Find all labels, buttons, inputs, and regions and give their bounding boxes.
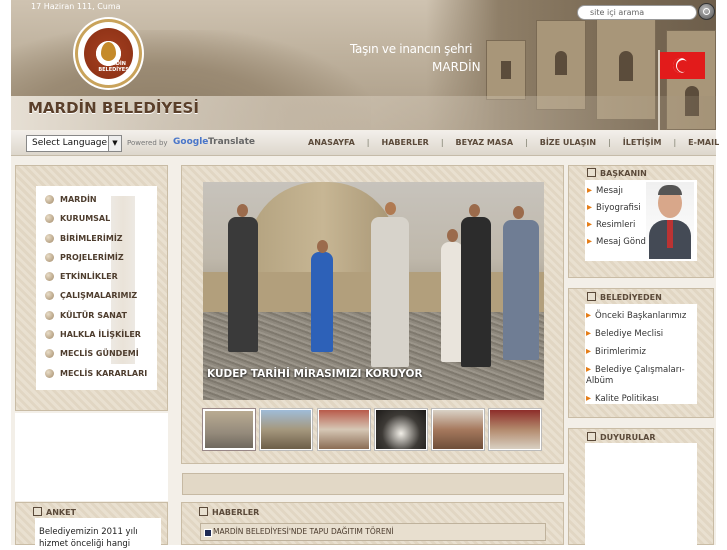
belediyeden-item-album[interactable]: Belediye Çalışmaları-Albüm	[586, 364, 696, 387]
left-empty-area	[15, 413, 168, 501]
baskan-item-mesaji[interactable]: Mesajı	[587, 185, 655, 202]
house-shape	[486, 40, 526, 100]
belediyeden-title: BELEDİYEDEN	[587, 292, 662, 302]
turkish-flag-icon	[660, 52, 705, 79]
slider-thumb-4[interactable]	[374, 409, 427, 450]
nav-separator: |	[440, 138, 444, 147]
left-menu-list: MARDİN KURUMSAL BİRİMLERİMİZ PROJELERİMİ…	[45, 193, 165, 386]
center-strip	[182, 473, 564, 495]
photo-person	[228, 217, 258, 352]
photo-person-head	[237, 204, 248, 217]
slider-thumb-1[interactable]	[203, 409, 255, 450]
nav-separator: |	[608, 138, 611, 147]
photo-person	[461, 217, 491, 367]
slider-thumb-2[interactable]	[260, 409, 313, 450]
current-date: 17 Haziran 111, Cuma	[31, 2, 121, 11]
search-button-icon[interactable]	[698, 3, 715, 20]
logo-seal: MARDİN BELEDİYESİ	[84, 28, 133, 79]
nav-links: ANASAYFA | HABERLER | BEYAZ MASA | BİZE ULA…	[308, 138, 719, 147]
haber-item[interactable]: MARDİN BELEDİYESİ'NDE TAPU DAĞITIM TÖREN…	[200, 523, 546, 541]
chevron-down-icon[interactable]: ▼	[108, 136, 121, 151]
nav-item-anasayfa[interactable]: ANASAYFA	[308, 138, 355, 147]
duyurular-panel	[585, 443, 697, 545]
slider-thumbnails	[203, 409, 547, 450]
photo-person	[441, 242, 463, 362]
photo-person-head	[385, 202, 396, 215]
top-navbar: Select Language ▼ Powered by Google Tran…	[11, 131, 719, 156]
belediyeden-item-onceki-baskanlar[interactable]: Önceki Başkanlarımız	[586, 310, 696, 322]
flag-crescent-cut	[677, 60, 689, 72]
google-logo[interactable]: Google	[173, 137, 208, 147]
nav-item-email[interactable]: E-MAIL	[688, 138, 719, 147]
baskan-item-mesaj-gonder[interactable]: Mesaj Gönder	[587, 236, 655, 253]
photo-person-head	[469, 204, 480, 217]
menu-item-mardin[interactable]: MARDİN	[45, 193, 165, 212]
nav-separator: |	[366, 138, 370, 147]
slogan-line-1: Taşın ve inancın şehri	[350, 42, 473, 56]
menu-item-projelerimiz[interactable]: PROJELERİMİZ	[45, 251, 165, 270]
menu-item-meclis-gundemi[interactable]: MECLİS GÜNDEMİ	[45, 347, 165, 366]
nav-separator: |	[525, 138, 528, 147]
slider-main-photo[interactable]: KUDEP TARİHİ MİRASIMIZI KORUYOR	[203, 182, 544, 400]
baskan-item-resimleri[interactable]: Resimleri	[587, 219, 655, 236]
translate-label[interactable]: Translate	[208, 137, 255, 147]
nav-separator: |	[673, 138, 677, 147]
photo-person	[503, 220, 539, 360]
nav-item-beyaz-masa[interactable]: BEYAZ MASA	[456, 138, 513, 147]
municipality-logo[interactable]: MARDİN BELEDİYESİ	[75, 19, 142, 88]
haberler-title: HABERLER	[199, 507, 259, 517]
logo-drop-icon	[101, 42, 116, 61]
language-select-label: Select Language	[32, 138, 108, 148]
belediyeden-item-kalite[interactable]: Kalite Politikası	[586, 393, 696, 405]
slider-thumb-3[interactable]	[317, 409, 370, 450]
baskan-title: BAŞKANIN	[587, 168, 647, 178]
belediyeden-item-meclis[interactable]: Belediye Meclisi	[586, 328, 696, 340]
slider-thumb-6[interactable]	[489, 409, 542, 450]
photo-person-head	[317, 240, 328, 253]
anket-question: Belediyemizin 2011 yılı hizmet önceliği …	[39, 527, 138, 549]
nav-item-bize-ulasin[interactable]: BİZE ULAŞIN	[540, 138, 596, 147]
site-title[interactable]: MARDİN BELEDİYESİ	[28, 99, 199, 117]
menu-item-meclis-kararlari[interactable]: MECLİS KARARLARI	[45, 367, 165, 386]
anket-title: ANKET	[33, 507, 76, 517]
search-input[interactable]: site içi arama	[577, 5, 697, 20]
nav-item-haberler[interactable]: HABERLER	[382, 138, 429, 147]
menu-item-kurumsal[interactable]: KURUMSAL	[45, 212, 165, 231]
portrait-hair	[658, 185, 682, 195]
powered-by-label: Powered by	[127, 139, 168, 147]
baskan-item-biyografisi[interactable]: Biyografisi	[587, 202, 655, 219]
slogan-line-2: MARDİN	[432, 60, 481, 74]
photo-person-head	[447, 229, 458, 242]
photo-person	[371, 217, 409, 367]
photo-person-head	[513, 206, 524, 219]
baskan-list: Mesajı Biyografisi Resimleri Mesaj Gönde…	[587, 185, 655, 253]
photo-person	[311, 252, 333, 352]
menu-item-halkla-iliskiler[interactable]: HALKLA İLİŞKİLER	[45, 328, 165, 347]
site-header: 17 Haziran 111, Cuma MARDİN BELEDİYESİ T…	[11, 0, 716, 130]
portrait-tie	[667, 220, 673, 248]
belediyeden-item-birimler[interactable]: Birimlerimiz	[586, 346, 696, 358]
belediyeden-list: Önceki Başkanlarımız Belediye Meclisi Bi…	[586, 310, 696, 411]
nav-item-iletisim[interactable]: İLETİŞİM	[623, 138, 662, 147]
logo-text: MARDİN BELEDİYESİ	[98, 61, 131, 73]
menu-item-kultur-sanat[interactable]: KÜLTÜR SANAT	[45, 309, 165, 328]
menu-item-calismalarimiz[interactable]: ÇALIŞMALARIMIZ	[45, 289, 165, 308]
slider-thumb-5[interactable]	[432, 409, 485, 450]
language-select[interactable]: Select Language ▼	[26, 135, 122, 152]
menu-item-etkinlikler[interactable]: ETKİNLİKLER	[45, 270, 165, 289]
mayor-portrait[interactable]	[646, 182, 694, 259]
menu-item-birimlerimiz[interactable]: BİRİMLERİMİZ	[45, 232, 165, 251]
slider-caption[interactable]: KUDEP TARİHİ MİRASIMIZI KORUYOR	[207, 368, 423, 380]
duyurular-title: DUYURULAR	[587, 432, 656, 442]
